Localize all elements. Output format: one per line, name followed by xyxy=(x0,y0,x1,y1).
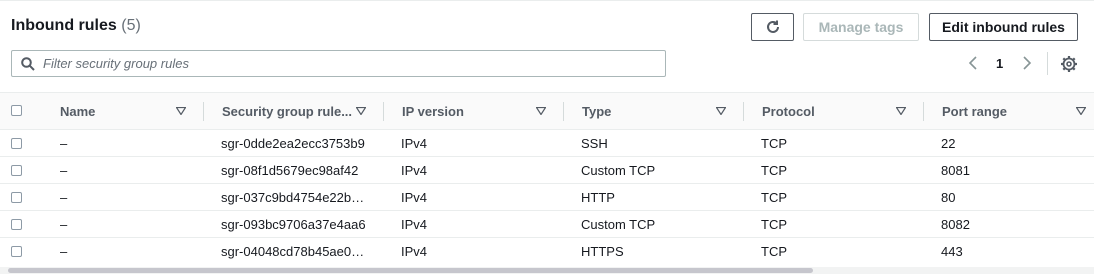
cell-type: HTTP xyxy=(581,190,615,205)
edit-inbound-rules-button[interactable]: Edit inbound rules xyxy=(929,13,1078,41)
table-header: Name Security group rule... IP version T… xyxy=(0,92,1094,130)
cell-port-range: 8081 xyxy=(941,163,970,178)
column-divider xyxy=(563,102,564,121)
sort-icon[interactable] xyxy=(716,107,726,115)
chevron-left-icon xyxy=(968,56,977,70)
cell-rule-id: sgr-0dde2ea2ecc3753b9 xyxy=(221,136,365,151)
column-header-name[interactable]: Name xyxy=(60,93,95,129)
cell-ip-version: IPv4 xyxy=(401,244,428,259)
table-row[interactable]: – sgr-04048cd78b45ae0… IPv4 HTTPS TCP 44… xyxy=(0,238,1094,265)
table-row[interactable]: – sgr-037c9bd4754e22b… IPv4 HTTP TCP 80 xyxy=(0,184,1094,211)
cell-ip-version: IPv4 xyxy=(401,136,428,151)
sort-icon[interactable] xyxy=(896,107,906,115)
sort-icon[interactable] xyxy=(176,107,186,115)
column-header-ip-version[interactable]: IP version xyxy=(402,93,464,129)
cell-name: – xyxy=(60,190,68,205)
pager-divider xyxy=(1047,52,1048,75)
cell-port-range: 80 xyxy=(941,190,956,205)
column-header-rule-id[interactable]: Security group rule... xyxy=(222,93,352,129)
sort-icon[interactable] xyxy=(536,107,546,115)
cell-name: – xyxy=(60,244,68,259)
cell-protocol: TCP xyxy=(761,217,787,232)
search-icon xyxy=(21,56,35,71)
cell-rule-id: sgr-04048cd78b45ae0… xyxy=(221,244,365,259)
settings-button[interactable] xyxy=(1060,55,1078,73)
column-divider xyxy=(383,102,384,121)
filter-input[interactable]: Filter security group rules xyxy=(11,50,666,77)
column-header-protocol[interactable]: Protocol xyxy=(762,93,815,129)
scrollbar-thumb[interactable] xyxy=(8,268,813,273)
column-header-type[interactable]: Type xyxy=(582,93,611,129)
previous-page-button[interactable] xyxy=(966,55,980,71)
cell-protocol: TCP xyxy=(761,136,787,151)
column-divider xyxy=(203,102,204,121)
sort-icon[interactable] xyxy=(356,107,366,115)
cell-protocol: TCP xyxy=(761,190,787,205)
manage-tags-button[interactable]: Manage tags xyxy=(803,13,919,41)
row-checkbox[interactable] xyxy=(11,219,22,230)
cell-rule-id: sgr-093bc9706a37e4aa6 xyxy=(221,217,366,232)
cell-rule-id: sgr-08f1d5679ec98af42 xyxy=(221,163,359,178)
cell-ip-version: IPv4 xyxy=(401,217,428,232)
horizontal-scrollbar[interactable] xyxy=(0,267,1094,274)
top-divider xyxy=(0,0,1094,1)
next-page-button[interactable] xyxy=(1020,55,1034,71)
cell-type: Custom TCP xyxy=(581,163,656,178)
select-all-checkbox[interactable] xyxy=(11,105,22,116)
page-number[interactable]: 1 xyxy=(996,56,1003,71)
cell-name: – xyxy=(60,217,68,232)
refresh-icon xyxy=(766,20,779,33)
row-checkbox[interactable] xyxy=(11,165,22,176)
cell-ip-version: IPv4 xyxy=(401,190,428,205)
cell-rule-id: sgr-037c9bd4754e22b… xyxy=(221,190,365,205)
column-header-port-range[interactable]: Port range xyxy=(942,93,1007,129)
cell-port-range: 22 xyxy=(941,136,956,151)
table-row[interactable]: – sgr-0dde2ea2ecc3753b9 IPv4 SSH TCP 22 xyxy=(0,130,1094,157)
cell-type: HTTPS xyxy=(581,244,624,259)
title-text: Inbound rules xyxy=(11,17,117,34)
row-checkbox[interactable] xyxy=(11,246,22,257)
cell-ip-version: IPv4 xyxy=(401,163,428,178)
cell-name: – xyxy=(60,136,68,151)
column-divider xyxy=(923,102,924,121)
gear-icon xyxy=(1061,56,1077,72)
filter-placeholder: Filter security group rules xyxy=(43,56,189,71)
cell-port-range: 443 xyxy=(941,244,963,259)
cell-protocol: TCP xyxy=(761,244,787,259)
page-title: Inbound rules (5) xyxy=(11,17,141,35)
cell-protocol: TCP xyxy=(761,163,787,178)
column-divider xyxy=(743,102,744,121)
rule-count: (5) xyxy=(121,17,141,34)
cell-type: Custom TCP xyxy=(581,217,656,232)
table-row[interactable]: – sgr-093bc9706a37e4aa6 IPv4 Custom TCP … xyxy=(0,211,1094,238)
sort-icon[interactable] xyxy=(1076,107,1086,115)
cell-port-range: 8082 xyxy=(941,217,970,232)
cell-type: SSH xyxy=(581,136,608,151)
refresh-button[interactable] xyxy=(751,13,794,41)
cell-name: – xyxy=(60,163,68,178)
table-row[interactable]: – sgr-08f1d5679ec98af42 IPv4 Custom TCP … xyxy=(0,157,1094,184)
chevron-right-icon xyxy=(1023,56,1032,70)
row-checkbox[interactable] xyxy=(11,138,22,149)
row-checkbox[interactable] xyxy=(11,192,22,203)
